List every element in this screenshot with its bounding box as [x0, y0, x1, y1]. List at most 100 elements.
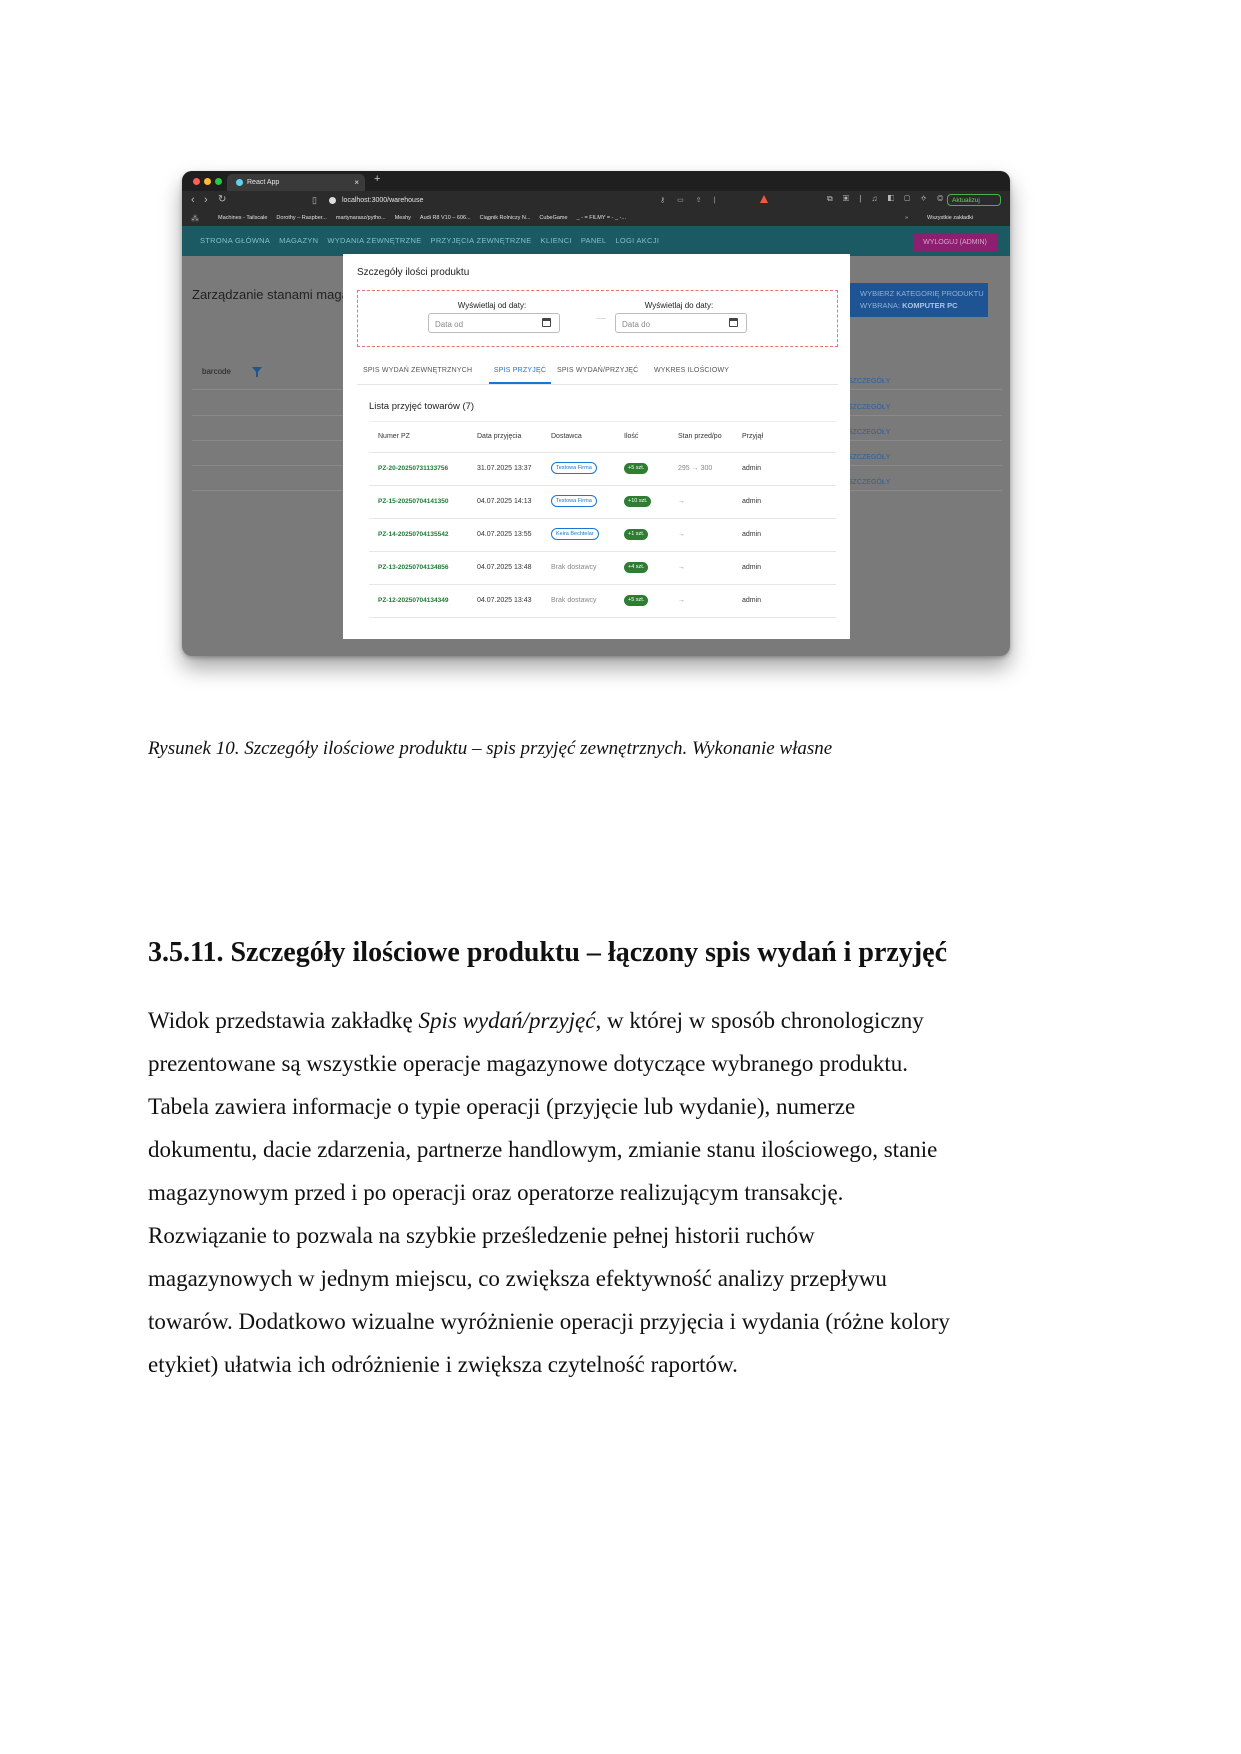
- address-bar-icons[interactable]: ⚷ ▭ ⇪ |: [660, 193, 720, 208]
- extension-icons[interactable]: ⧉ ▣ | ♫ ◧ ▢ ✧ ◎: [827, 194, 947, 204]
- product-quantity-modal: Szczegóły ilości produktu Wyświetlaj od …: [343, 254, 850, 639]
- brave-rewards-icon[interactable]: [760, 195, 768, 203]
- bookmark-icon[interactable]: ▯: [312, 193, 317, 208]
- paragraph-line: towarów. Dodatkowo wizualne wyróżnienie …: [148, 1300, 1048, 1343]
- window-zoom-dot[interactable]: [215, 178, 222, 185]
- paragraph-text: etykiet) ułatwia ich odróżnienie i zwięk…: [148, 1352, 738, 1377]
- paragraph-text: dokumentu, dacie zdarzenia, partnerze ha…: [148, 1137, 938, 1162]
- calendar-icon[interactable]: [729, 318, 738, 327]
- nav-link[interactable]: LOGI AKCJI: [615, 236, 659, 245]
- date-from-input[interactable]: [429, 314, 537, 335]
- paragraph-line: Rozwiązanie to pozwala na szybkie prześl…: [148, 1214, 1048, 1257]
- bookmark-item[interactable]: Ciągnik Rolniczy N...: [480, 215, 531, 221]
- supplier-cell-badge: Keira Bechtelar: [551, 528, 599, 541]
- nav-link[interactable]: PANEL: [581, 236, 607, 245]
- tab-issues-receipts[interactable]: SPIS WYDAŃ/PRZYJĘĆ: [557, 359, 638, 384]
- receipt-date-cell: 04.07.2025 13:55: [477, 531, 532, 538]
- window-minimize-dot[interactable]: [204, 178, 211, 185]
- bookmark-items: Machines - Tailscale Dorothy – Raspber...…: [218, 211, 635, 226]
- nav-link[interactable]: MAGAZYN: [279, 236, 318, 245]
- column-header-supplier[interactable]: Dostawca: [551, 422, 582, 452]
- filter-icon[interactable]: [252, 367, 262, 377]
- details-link[interactable]: SZCZEGÓŁY: [848, 378, 890, 385]
- react-favicon-icon: [236, 179, 243, 186]
- quantity-cell: +4 szt.: [624, 552, 649, 583]
- url-text[interactable]: localhost:3000/warehouse: [342, 193, 423, 208]
- logout-button[interactable]: WYLOGUJ (ADMIN): [913, 234, 997, 251]
- nav-link[interactable]: PRZYJĘCIA ZEWNĘTRZNE: [431, 236, 532, 245]
- bookmark-item[interactable]: Audi R8 V10 – 606...: [420, 215, 471, 221]
- date-to-label: Wyświetlaj do daty:: [644, 301, 714, 310]
- table-row[interactable]: PZ-20-20250731133756 31.07.2025 13:37 Test…: [369, 453, 836, 486]
- back-icon[interactable]: ‹: [191, 194, 195, 206]
- tab-close-icon[interactable]: ×: [354, 174, 359, 191]
- reload-icon[interactable]: ↻: [218, 194, 226, 205]
- paragraph-line: dokumentu, dacie zdarzenia, partnerze ha…: [148, 1128, 1048, 1171]
- details-link[interactable]: SZCZEGÓŁY: [848, 429, 890, 436]
- received-by-cell: admin: [742, 531, 762, 538]
- date-to-field[interactable]: [615, 313, 747, 335]
- paragraph-line: magazynowym przed i po operacji oraz ope…: [148, 1171, 1048, 1214]
- new-tab-button[interactable]: +: [374, 173, 380, 185]
- forward-icon[interactable]: ›: [204, 194, 208, 206]
- stock-before-after-cell: →: [678, 597, 685, 604]
- bookmark-item[interactable]: Meshy: [395, 215, 411, 221]
- window-close-dot[interactable]: [193, 178, 200, 185]
- category-button[interactable]: WYBIERZ KATEGORIĘ PRODUKTU WYBRANA: KOMP…: [848, 283, 988, 317]
- bookmark-item[interactable]: _ - = FILMY = - _ -...: [577, 215, 626, 221]
- column-header-receipt-date[interactable]: Data przyjęcia: [477, 422, 521, 452]
- table-row[interactable]: PZ-12-20250704134349 04.07.2025 13:43 Brak…: [369, 585, 836, 618]
- figure-caption: Rysunek 10. Szczegóły ilościowe produktu…: [148, 738, 833, 759]
- details-link[interactable]: SZCZEGÓŁY: [848, 454, 890, 461]
- pz-number-cell: PZ-14-20250704135542: [378, 531, 449, 538]
- date-range-separator: [596, 318, 606, 319]
- date-from-label: Wyświetlaj od daty:: [457, 301, 527, 310]
- calendar-icon[interactable]: [542, 318, 551, 327]
- details-link[interactable]: SZCZEGÓŁY: [848, 479, 890, 486]
- supplier-cell: Keira Bechtelar: [551, 519, 599, 550]
- quantity-cell-badge: +1 szt.: [624, 528, 649, 540]
- column-header-stock-before-after[interactable]: Stan przed/po: [678, 422, 722, 452]
- stock-before-after-cell: →: [678, 498, 685, 505]
- nav-link[interactable]: WYDANIA ZEWNĘTRZNE: [327, 236, 421, 245]
- app-nav-links: STRONA GŁÓWNA MAGAZYN WYDANIA ZEWNĘTRZNE PR…: [200, 226, 668, 256]
- receipt-date-cell: 04.07.2025 14:13: [477, 498, 532, 505]
- tab-quantity-chart[interactable]: WYKRES ILOŚCIOWY: [654, 359, 729, 384]
- details-link[interactable]: SZCZEGÓŁY: [848, 404, 890, 411]
- browser-toolbar: ‹ › ↻ ▯ localhost:3000/warehouse ⚷ ▭ ⇪ |…: [182, 191, 1010, 211]
- nav-link[interactable]: STRONA GŁÓWNA: [200, 236, 270, 245]
- browser-tab[interactable]: React App ×: [227, 174, 365, 191]
- table-row[interactable]: PZ-15-20250704141350 04.07.2025 14:13 Test…: [369, 486, 836, 519]
- quantity-cell-badge: +4 szt.: [624, 561, 649, 573]
- modal-tabs: SPIS WYDAŃ ZEWNĘTRZNYCH SPIS PRZYJĘĆ SPI…: [357, 359, 838, 385]
- pz-number-cell: PZ-13-20250704134856: [378, 564, 449, 571]
- column-header-pz-number[interactable]: Numer PZ: [378, 422, 410, 452]
- bookmarks-more-icon[interactable]: »: [905, 211, 908, 226]
- supplier-cell: Brak dostawcy: [551, 564, 597, 571]
- browser-tab-bar: React App × +: [182, 171, 1010, 191]
- table-row[interactable]: PZ-14-20250704135542 04.07.2025 13:55 Keir…: [369, 519, 836, 552]
- all-bookmarks-link[interactable]: Wszystkie zakładki: [927, 211, 973, 226]
- tab-external-issues[interactable]: SPIS WYDAŃ ZEWNĘTRZNYCH: [363, 359, 472, 384]
- tab-title: React App: [247, 179, 280, 186]
- table-row[interactable]: PZ-13-20250704134856 04.07.2025 13:48 Brak…: [369, 552, 836, 585]
- address-bar[interactable]: ▯ localhost:3000/warehouse ⚷ ▭ ⇪ |: [312, 193, 792, 208]
- category-button-label: WYBIERZ KATEGORIĘ PRODUKTU: [860, 289, 984, 298]
- apps-grid-icon[interactable]: ⁂: [191, 211, 199, 226]
- date-to-input[interactable]: [616, 314, 724, 335]
- bookmark-item[interactable]: CubeGame: [539, 215, 567, 221]
- site-info-icon[interactable]: [329, 197, 336, 204]
- supplier-cell: Testowa Firma: [551, 453, 597, 484]
- nav-link[interactable]: KLIENCI: [541, 236, 572, 245]
- stock-before-after-cell: →: [678, 564, 685, 571]
- bookmark-item[interactable]: Machines - Tailscale: [218, 215, 267, 221]
- column-header-quantity[interactable]: Ilość: [624, 422, 638, 452]
- bookmark-item[interactable]: Dorothy – Raspber...: [276, 215, 326, 221]
- column-header-received-by[interactable]: Przyjął: [742, 422, 763, 452]
- bookmark-item[interactable]: martynarasz/pytho...: [336, 215, 386, 221]
- update-button[interactable]: Aktualizuj: [947, 194, 1001, 206]
- received-by-cell: admin: [742, 597, 762, 604]
- paragraph-text: Rozwiązanie to pozwala na szybkie prześl…: [148, 1223, 815, 1248]
- tab-receipts[interactable]: SPIS PRZYJĘĆ: [489, 359, 551, 384]
- date-from-field[interactable]: [428, 313, 560, 335]
